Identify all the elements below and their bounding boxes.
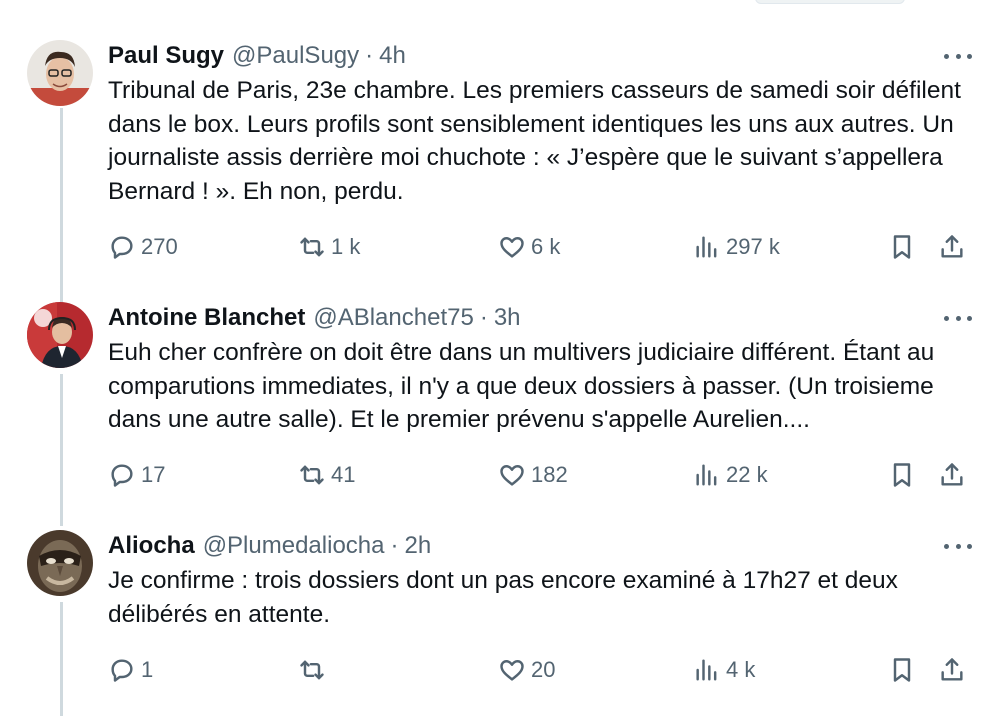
- share-button[interactable]: [938, 455, 966, 495]
- like-button[interactable]: 6 k: [498, 227, 560, 267]
- tweet-text: Je confirme : trois dossiers dont un pas…: [108, 567, 898, 628]
- timestamp[interactable]: 4h: [379, 42, 406, 70]
- views-count: 22 k: [726, 462, 768, 487]
- action-bar: 17 41 182 22 k: [108, 455, 972, 495]
- bookmark-icon: [893, 235, 911, 259]
- share-icon: [941, 658, 963, 681]
- more-icon[interactable]: [944, 48, 972, 64]
- views-button[interactable]: 22 k: [693, 455, 768, 495]
- avatar[interactable]: [27, 302, 93, 368]
- avatar-image: [27, 40, 93, 106]
- like-icon: [500, 660, 524, 681]
- like-icon: [500, 465, 524, 486]
- separator-dot: ·: [479, 304, 488, 331]
- retweet-button[interactable]: 41: [298, 455, 355, 495]
- like-icon: [500, 237, 524, 258]
- retweet-button[interactable]: [298, 650, 331, 690]
- reply-icon: [111, 236, 133, 259]
- reply-button[interactable]: 1: [108, 650, 153, 690]
- views-icon: [696, 464, 717, 486]
- reply-button[interactable]: 270: [108, 227, 178, 267]
- views-count: 297 k: [726, 234, 780, 259]
- reply-button[interactable]: 17: [108, 455, 165, 495]
- more-icon[interactable]: [944, 538, 972, 554]
- action-bar: 1 20 4 k: [108, 650, 972, 690]
- avatar[interactable]: [27, 40, 93, 106]
- more-icon[interactable]: [944, 310, 972, 326]
- avatar-image: [27, 530, 93, 596]
- retweet-button[interactable]: 1 k: [298, 227, 360, 267]
- views-icon: [696, 659, 717, 681]
- author-name[interactable]: Paul Sugy: [108, 42, 224, 70]
- avatar[interactable]: [27, 530, 93, 596]
- tweet-text: Tribunal de Paris, 23e chambre. Les prem…: [108, 77, 961, 205]
- like-count: 6 k: [531, 234, 561, 259]
- retweet-icon: [300, 660, 324, 680]
- retweet-count: 41: [331, 462, 356, 487]
- tweet-text: Euh cher confrère on doit être dans un m…: [108, 339, 935, 433]
- thread-line: [60, 374, 63, 526]
- bookmark-icon: [893, 463, 911, 487]
- like-button[interactable]: 20: [498, 650, 555, 690]
- separator-dot: ·: [365, 42, 374, 69]
- reply-count: 1: [141, 657, 154, 682]
- timestamp[interactable]: 2h: [404, 532, 431, 560]
- author-handle[interactable]: @ABlanchet75: [313, 304, 473, 332]
- retweet-count: 1 k: [331, 234, 361, 259]
- bookmark-button[interactable]: [888, 650, 916, 690]
- bookmark-icon: [893, 658, 911, 682]
- separator-dot: ·: [390, 532, 399, 559]
- reply-count: 17: [141, 462, 166, 487]
- tweet-header: Aliocha @Plumedaliocha · 2h: [108, 530, 972, 562]
- tweet-header: Paul Sugy @PaulSugy · 4h: [108, 40, 972, 72]
- reply-icon: [111, 659, 133, 682]
- share-button[interactable]: [938, 227, 966, 267]
- avatar-image: [27, 302, 93, 368]
- share-button[interactable]: [938, 650, 966, 690]
- like-count: 20: [531, 657, 556, 682]
- thread-line: [60, 108, 63, 306]
- reply-icon: [111, 464, 133, 487]
- retweet-icon: [300, 237, 324, 257]
- share-icon: [941, 235, 963, 258]
- reply-count: 270: [141, 234, 178, 259]
- tweet-header: Antoine Blanchet @ABlanchet75 · 3h: [108, 302, 972, 334]
- author-name[interactable]: Antoine Blanchet: [108, 304, 305, 332]
- share-icon: [941, 463, 963, 486]
- author-handle[interactable]: @Plumedaliocha: [203, 532, 385, 560]
- action-bar: 270 1 k 6 k 297 k: [108, 227, 972, 267]
- views-button[interactable]: 4 k: [693, 650, 755, 690]
- retweet-icon: [300, 465, 324, 485]
- views-count: 4 k: [726, 657, 756, 682]
- top-edge-element: [755, 0, 905, 4]
- views-button[interactable]: 297 k: [693, 227, 780, 267]
- views-icon: [696, 236, 717, 258]
- author-handle[interactable]: @PaulSugy: [232, 42, 359, 70]
- author-name[interactable]: Aliocha: [108, 532, 195, 560]
- thread-line: [60, 602, 63, 716]
- like-button[interactable]: 182: [498, 455, 568, 495]
- like-count: 182: [531, 462, 568, 487]
- timestamp[interactable]: 3h: [494, 304, 521, 332]
- bookmark-button[interactable]: [888, 227, 916, 267]
- bookmark-button[interactable]: [888, 455, 916, 495]
